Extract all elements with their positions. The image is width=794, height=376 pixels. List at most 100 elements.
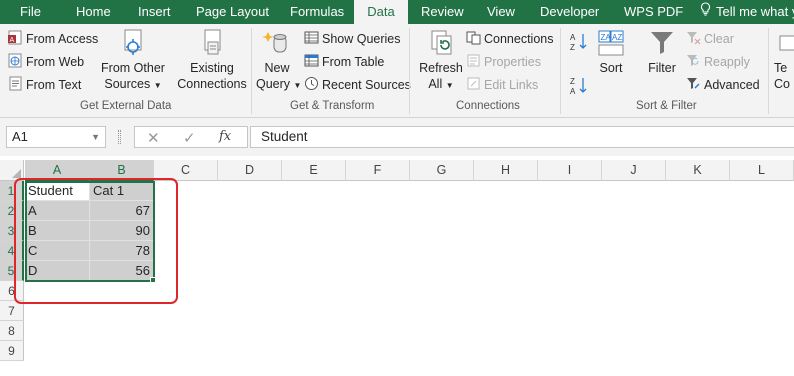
group-label-get-transform: Get & Transform (290, 100, 375, 112)
insert-function-icon[interactable]: fx (219, 129, 231, 144)
tab-review[interactable]: Review (421, 0, 464, 24)
filter-button[interactable]: Filter (642, 28, 682, 76)
group-divider (560, 28, 561, 114)
group-divider (409, 28, 410, 114)
enter-check-icon[interactable]: ✓ (183, 129, 196, 147)
properties-button[interactable]: Properties (466, 53, 541, 71)
tab-data[interactable]: Data (354, 0, 408, 24)
sort-z-a-icon: ZA (570, 76, 588, 99)
column-header-j[interactable]: J (602, 160, 666, 181)
svg-text:AZ: AZ (612, 33, 622, 42)
sort-descending-button[interactable]: ZA (570, 76, 588, 99)
access-icon: A (8, 30, 23, 48)
tell-me-box[interactable]: Tell me what y (700, 0, 794, 24)
formula-buttons: ✕ ✓ fx (134, 126, 248, 148)
select-all-button[interactable] (0, 160, 24, 181)
from-other-sources-button[interactable]: From Other Sources ▼ (100, 28, 166, 94)
column-header-h[interactable]: H (474, 160, 538, 181)
cell-b5[interactable]: 56 (90, 261, 154, 281)
sort-dialog-icon: ZA AZ (594, 28, 628, 60)
column-header-l[interactable]: L (730, 160, 794, 181)
refresh-icon (416, 28, 466, 60)
text-file-icon (8, 76, 23, 94)
table-icon (304, 30, 319, 48)
row-header-7[interactable]: 7 (0, 301, 24, 321)
cell-b3[interactable]: 90 (90, 221, 154, 241)
svg-text:Z: Z (570, 43, 575, 52)
column-header-f[interactable]: F (346, 160, 410, 181)
recent-sources-button[interactable]: Recent Sources (304, 76, 411, 94)
chevron-down-icon[interactable]: ▼ (91, 127, 100, 147)
edit-links-button[interactable]: Edit Links (466, 76, 538, 94)
from-web-button[interactable]: From Web (8, 53, 84, 71)
row-header-8[interactable]: 8 (0, 321, 24, 341)
row-header-6[interactable]: 6 (0, 281, 24, 301)
column-header-g[interactable]: G (410, 160, 474, 181)
text-to-columns-icon (774, 28, 794, 60)
row-header-1[interactable]: 1 (0, 181, 24, 201)
group-label-sort-filter: Sort & Filter (636, 100, 697, 112)
svg-text:Z: Z (570, 77, 575, 86)
from-text-button[interactable]: From Text (8, 76, 81, 94)
tab-insert[interactable]: Insert (138, 0, 171, 24)
chevron-down-icon: ▼ (153, 81, 162, 90)
column-header-d[interactable]: D (218, 160, 282, 181)
sort-button[interactable]: ZA AZ Sort (594, 28, 628, 76)
ribbon-tab-bar: File Home Insert Page Layout Formulas Da… (0, 0, 794, 24)
cell-a2[interactable]: A (25, 201, 90, 221)
cell-a1[interactable]: Student (25, 181, 90, 201)
sort-ascending-button[interactable]: AZ (570, 32, 588, 55)
tab-file[interactable]: File (20, 0, 41, 24)
new-query-button[interactable]: New Query ▼ (256, 28, 301, 94)
tab-page-layout[interactable]: Page Layout (196, 0, 269, 24)
text-to-columns-button[interactable]: Te Co (774, 28, 794, 92)
svg-text:A: A (10, 37, 15, 44)
column-header-a[interactable]: A (25, 160, 90, 181)
name-box[interactable]: A1 ▼ (6, 126, 106, 148)
tab-formulas[interactable]: Formulas (290, 0, 344, 24)
other-sources-icon (100, 28, 166, 60)
advanced-filter-icon (686, 76, 701, 94)
column-header-i[interactable]: I (538, 160, 602, 181)
row-header-9[interactable]: 9 (0, 341, 24, 361)
column-header-e[interactable]: E (282, 160, 346, 181)
existing-connections-button[interactable]: Existing Connections (176, 28, 248, 92)
formula-bar-grip[interactable] (118, 130, 121, 144)
connections-button[interactable]: Connections (466, 30, 554, 48)
cell-a5[interactable]: D (25, 261, 90, 281)
reapply-button[interactable]: Reapply (686, 53, 750, 71)
worksheet-grid: A B C D E F G H I J K L 1 2 3 4 5 6 7 8 … (0, 160, 794, 376)
from-access-button[interactable]: A From Access (8, 30, 98, 48)
row-header-3[interactable]: 3 (0, 221, 24, 241)
existing-connections-icon (176, 28, 248, 60)
advanced-filter-button[interactable]: Advanced (686, 76, 760, 94)
cell-a3[interactable]: B (25, 221, 90, 241)
column-header-k[interactable]: K (666, 160, 730, 181)
clear-filter-button[interactable]: Clear (686, 30, 734, 48)
tab-view[interactable]: View (487, 0, 515, 24)
column-header-b[interactable]: B (90, 160, 154, 181)
reapply-icon (686, 53, 701, 71)
show-queries-button[interactable]: Show Queries (304, 30, 401, 48)
column-header-c[interactable]: C (154, 160, 218, 181)
cell-b4[interactable]: 78 (90, 241, 154, 261)
tab-home[interactable]: Home (76, 0, 111, 24)
fill-handle[interactable] (150, 277, 156, 283)
from-table-button[interactable]: From Table (304, 53, 384, 71)
refresh-all-button[interactable]: Refresh All ▼ (416, 28, 466, 94)
row-header-5[interactable]: 5 (0, 261, 24, 281)
cell-a4[interactable]: C (25, 241, 90, 261)
tab-developer[interactable]: Developer (540, 0, 599, 24)
cell-b2[interactable]: 67 (90, 201, 154, 221)
cell-b1[interactable]: Cat 1 (90, 181, 154, 201)
tab-wps-pdf[interactable]: WPS PDF (624, 0, 683, 24)
ribbon: A From Access From Web From Text From Ot… (0, 24, 794, 118)
chevron-down-icon: ▼ (293, 81, 302, 90)
svg-text:A: A (570, 87, 576, 96)
chevron-down-icon: ▼ (445, 81, 454, 90)
formula-input[interactable]: Student (250, 126, 794, 148)
row-header-4[interactable]: 4 (0, 241, 24, 261)
group-label-get-external-data: Get External Data (80, 100, 172, 112)
row-header-2[interactable]: 2 (0, 201, 24, 221)
cancel-icon[interactable]: ✕ (147, 129, 160, 147)
